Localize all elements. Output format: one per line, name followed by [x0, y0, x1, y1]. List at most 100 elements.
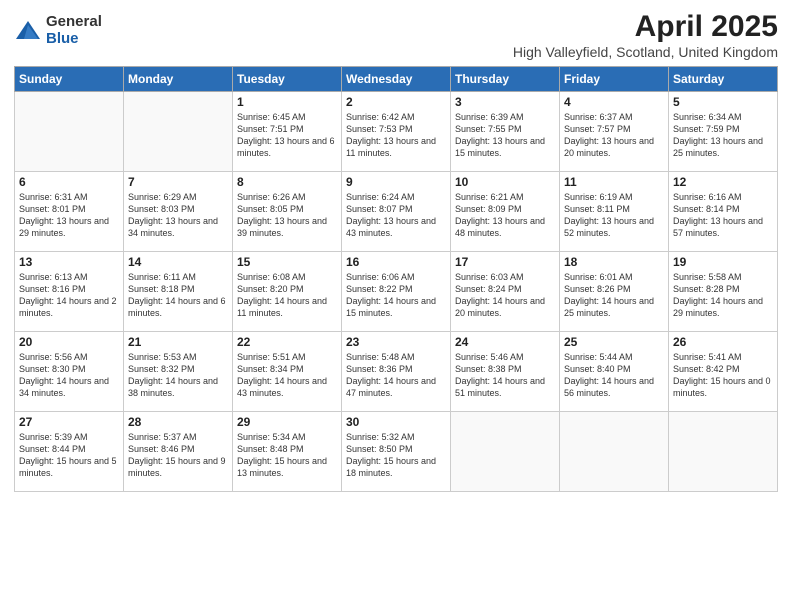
day-info: Sunrise: 5:44 AM Sunset: 8:40 PM Dayligh… — [564, 351, 664, 400]
calendar-cell: 25Sunrise: 5:44 AM Sunset: 8:40 PM Dayli… — [560, 332, 669, 412]
calendar-cell — [669, 412, 778, 492]
logo-text: General Blue — [46, 14, 102, 47]
calendar-cell: 9 Sunrise: 6:24 AM Sunset: 8:07 PM Daylig… — [342, 172, 451, 252]
calendar-cell — [15, 92, 124, 172]
day-info: Sunrise: 6:39 AM Sunset: 7:55 PM Dayligh… — [455, 111, 555, 160]
day-number: 23 — [346, 335, 446, 349]
day-info: Sunrise: 6:08 AM Sunset: 8:20 PM Dayligh… — [237, 271, 337, 320]
calendar-header-wednesday: Wednesday — [342, 67, 451, 92]
day-info: Sunrise: 5:41 AM Sunset: 8:42 PM Dayligh… — [673, 351, 773, 400]
day-info: Sunrise: 6:31 AM Sunset: 8:01 PM Dayligh… — [19, 191, 119, 240]
calendar-header-sunday: Sunday — [15, 67, 124, 92]
day-number: 26 — [673, 335, 773, 349]
calendar-cell: 2 Sunrise: 6:42 AM Sunset: 7:53 PM Daylig… — [342, 92, 451, 172]
day-number: 2 — [346, 95, 446, 109]
day-number: 15 — [237, 255, 337, 269]
day-number: 6 — [19, 175, 119, 189]
day-number: 28 — [128, 415, 228, 429]
calendar-cell: 27 Sunrise: 5:39 AM Sunset: 8:44 PM Dayli… — [15, 412, 124, 492]
calendar-cell: 7 Sunrise: 6:29 AM Sunset: 8:03 PM Daylig… — [124, 172, 233, 252]
calendar-week-2: 13Sunrise: 6:13 AM Sunset: 8:16 PM Dayli… — [15, 252, 778, 332]
day-number: 12 — [673, 175, 773, 189]
day-info: Sunrise: 6:06 AM Sunset: 8:22 PM Dayligh… — [346, 271, 446, 320]
day-info: Sunrise: 5:53 AM Sunset: 8:32 PM Dayligh… — [128, 351, 228, 400]
logo-general: General — [46, 14, 102, 31]
day-number: 17 — [455, 255, 555, 269]
day-info: Sunrise: 5:46 AM Sunset: 8:38 PM Dayligh… — [455, 351, 555, 400]
calendar-cell: 5 Sunrise: 6:34 AM Sunset: 7:59 PM Daylig… — [669, 92, 778, 172]
day-info: Sunrise: 6:37 AM Sunset: 7:57 PM Dayligh… — [564, 111, 664, 160]
calendar-header-saturday: Saturday — [669, 67, 778, 92]
calendar-header-monday: Monday — [124, 67, 233, 92]
day-number: 1 — [237, 95, 337, 109]
calendar-week-3: 20 Sunrise: 5:56 AM Sunset: 8:30 PM Dayli… — [15, 332, 778, 412]
calendar-week-4: 27 Sunrise: 5:39 AM Sunset: 8:44 PM Dayli… — [15, 412, 778, 492]
day-info: Sunrise: 6:29 AM Sunset: 8:03 PM Dayligh… — [128, 191, 228, 240]
subtitle: High Valleyfield, Scotland, United Kingd… — [513, 44, 778, 60]
calendar-cell: 15 Sunrise: 6:08 AM Sunset: 8:20 PM Dayli… — [233, 252, 342, 332]
day-number: 3 — [455, 95, 555, 109]
calendar-cell: 17 Sunrise: 6:03 AM Sunset: 8:24 PM Dayli… — [451, 252, 560, 332]
page: General Blue April 2025 High Valleyfield… — [0, 0, 792, 612]
logo-blue: Blue — [46, 31, 102, 48]
calendar-cell: 19 Sunrise: 5:58 AM Sunset: 8:28 PM Dayli… — [669, 252, 778, 332]
calendar-cell — [560, 412, 669, 492]
calendar-cell: 22Sunrise: 5:51 AM Sunset: 8:34 PM Dayli… — [233, 332, 342, 412]
day-info: Sunrise: 5:37 AM Sunset: 8:46 PM Dayligh… — [128, 431, 228, 480]
day-info: Sunrise: 6:45 AM Sunset: 7:51 PM Dayligh… — [237, 111, 337, 160]
day-info: Sunrise: 5:39 AM Sunset: 8:44 PM Dayligh… — [19, 431, 119, 480]
calendar-header-thursday: Thursday — [451, 67, 560, 92]
logo: General Blue — [14, 14, 102, 47]
calendar-header-row: SundayMondayTuesdayWednesdayThursdayFrid… — [15, 67, 778, 92]
calendar-cell: 6 Sunrise: 6:31 AM Sunset: 8:01 PM Daylig… — [15, 172, 124, 252]
day-info: Sunrise: 6:11 AM Sunset: 8:18 PM Dayligh… — [128, 271, 228, 320]
main-title: April 2025 — [513, 10, 778, 44]
calendar-cell: 4 Sunrise: 6:37 AM Sunset: 7:57 PM Daylig… — [560, 92, 669, 172]
day-info: Sunrise: 6:42 AM Sunset: 7:53 PM Dayligh… — [346, 111, 446, 160]
calendar-cell: 20 Sunrise: 5:56 AM Sunset: 8:30 PM Dayli… — [15, 332, 124, 412]
day-info: Sunrise: 5:56 AM Sunset: 8:30 PM Dayligh… — [19, 351, 119, 400]
calendar-cell: 24 Sunrise: 5:46 AM Sunset: 8:38 PM Dayli… — [451, 332, 560, 412]
calendar-cell — [124, 92, 233, 172]
day-info: Sunrise: 5:58 AM Sunset: 8:28 PM Dayligh… — [673, 271, 773, 320]
day-info: Sunrise: 5:32 AM Sunset: 8:50 PM Dayligh… — [346, 431, 446, 480]
day-number: 20 — [19, 335, 119, 349]
day-number: 4 — [564, 95, 664, 109]
day-number: 10 — [455, 175, 555, 189]
day-number: 9 — [346, 175, 446, 189]
day-number: 14 — [128, 255, 228, 269]
day-number: 5 — [673, 95, 773, 109]
day-info: Sunrise: 6:19 AM Sunset: 8:11 PM Dayligh… — [564, 191, 664, 240]
day-info: Sunrise: 6:24 AM Sunset: 8:07 PM Dayligh… — [346, 191, 446, 240]
calendar-cell: 30 Sunrise: 5:32 AM Sunset: 8:50 PM Dayli… — [342, 412, 451, 492]
calendar-cell: 1 Sunrise: 6:45 AM Sunset: 7:51 PM Daylig… — [233, 92, 342, 172]
calendar-header-tuesday: Tuesday — [233, 67, 342, 92]
calendar-cell: 21 Sunrise: 5:53 AM Sunset: 8:32 PM Dayli… — [124, 332, 233, 412]
day-number: 29 — [237, 415, 337, 429]
header: General Blue April 2025 High Valleyfield… — [14, 10, 778, 60]
day-number: 8 — [237, 175, 337, 189]
calendar-cell: 29Sunrise: 5:34 AM Sunset: 8:48 PM Dayli… — [233, 412, 342, 492]
day-number: 21 — [128, 335, 228, 349]
day-info: Sunrise: 6:34 AM Sunset: 7:59 PM Dayligh… — [673, 111, 773, 160]
day-number: 24 — [455, 335, 555, 349]
day-info: Sunrise: 6:26 AM Sunset: 8:05 PM Dayligh… — [237, 191, 337, 240]
day-number: 27 — [19, 415, 119, 429]
title-block: April 2025 High Valleyfield, Scotland, U… — [513, 10, 778, 60]
day-info: Sunrise: 5:51 AM Sunset: 8:34 PM Dayligh… — [237, 351, 337, 400]
calendar-cell: 26 Sunrise: 5:41 AM Sunset: 8:42 PM Dayli… — [669, 332, 778, 412]
day-number: 16 — [346, 255, 446, 269]
day-number: 30 — [346, 415, 446, 429]
calendar: SundayMondayTuesdayWednesdayThursdayFrid… — [14, 66, 778, 492]
calendar-cell: 16 Sunrise: 6:06 AM Sunset: 8:22 PM Dayli… — [342, 252, 451, 332]
calendar-cell: 28 Sunrise: 5:37 AM Sunset: 8:46 PM Dayli… — [124, 412, 233, 492]
day-info: Sunrise: 5:48 AM Sunset: 8:36 PM Dayligh… — [346, 351, 446, 400]
day-info: Sunrise: 6:03 AM Sunset: 8:24 PM Dayligh… — [455, 271, 555, 320]
day-number: 7 — [128, 175, 228, 189]
calendar-cell: 8 Sunrise: 6:26 AM Sunset: 8:05 PM Daylig… — [233, 172, 342, 252]
calendar-cell: 13Sunrise: 6:13 AM Sunset: 8:16 PM Dayli… — [15, 252, 124, 332]
calendar-cell: 12Sunrise: 6:16 AM Sunset: 8:14 PM Dayli… — [669, 172, 778, 252]
calendar-header-friday: Friday — [560, 67, 669, 92]
calendar-cell: 14 Sunrise: 6:11 AM Sunset: 8:18 PM Dayli… — [124, 252, 233, 332]
day-number: 19 — [673, 255, 773, 269]
